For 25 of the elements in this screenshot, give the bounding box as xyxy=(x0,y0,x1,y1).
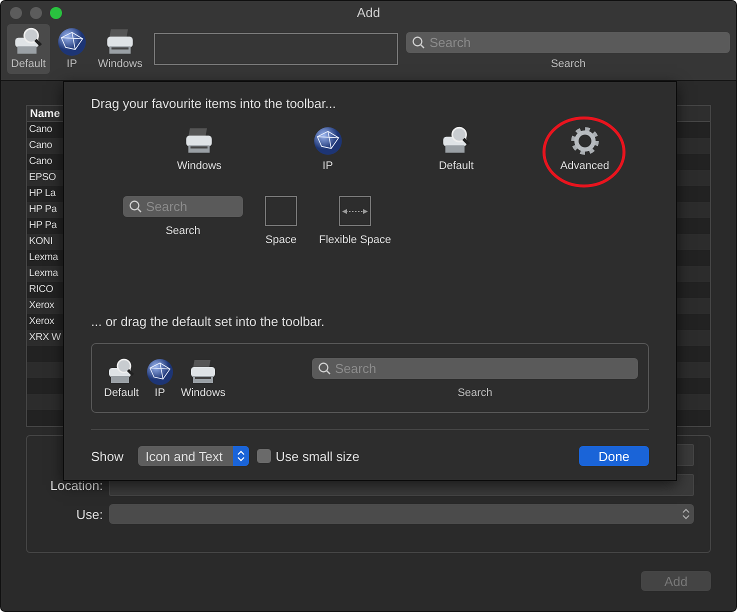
search-label: Search xyxy=(458,386,492,398)
item-label: Advanced xyxy=(560,160,610,172)
column-header[interactable]: Name xyxy=(30,108,60,120)
search-label: Search xyxy=(550,58,586,70)
toolbar-button[interactable]: IP xyxy=(52,24,92,74)
checkbox-label: Use small size xyxy=(276,448,360,464)
item-label: IP xyxy=(154,387,166,399)
toolbar-button[interactable]: Default xyxy=(7,24,50,74)
sheet-heading: Drag your favourite items into the toolbar... xyxy=(91,96,337,111)
done-button[interactable]: Done xyxy=(579,446,649,466)
field-label: Location: xyxy=(49,478,103,492)
show-popup[interactable]: Icon and Text xyxy=(138,446,249,466)
item-label: Default xyxy=(438,160,474,172)
item-label: Flexible Space xyxy=(319,234,392,246)
window-title: Add xyxy=(356,5,380,20)
show-label: Show xyxy=(91,448,124,464)
item-label: Windows xyxy=(180,387,226,399)
sheet-heading: ... or drag the default set into the toolbar. xyxy=(91,314,326,329)
item-label: Default xyxy=(104,387,139,399)
item-label: Windows xyxy=(176,160,222,172)
item-label: IP xyxy=(322,160,333,172)
field-label: Use: xyxy=(75,506,103,522)
item-label: Space xyxy=(265,234,297,246)
toolbar-button[interactable]: Windows xyxy=(94,24,146,74)
item-label: Search xyxy=(166,225,200,237)
